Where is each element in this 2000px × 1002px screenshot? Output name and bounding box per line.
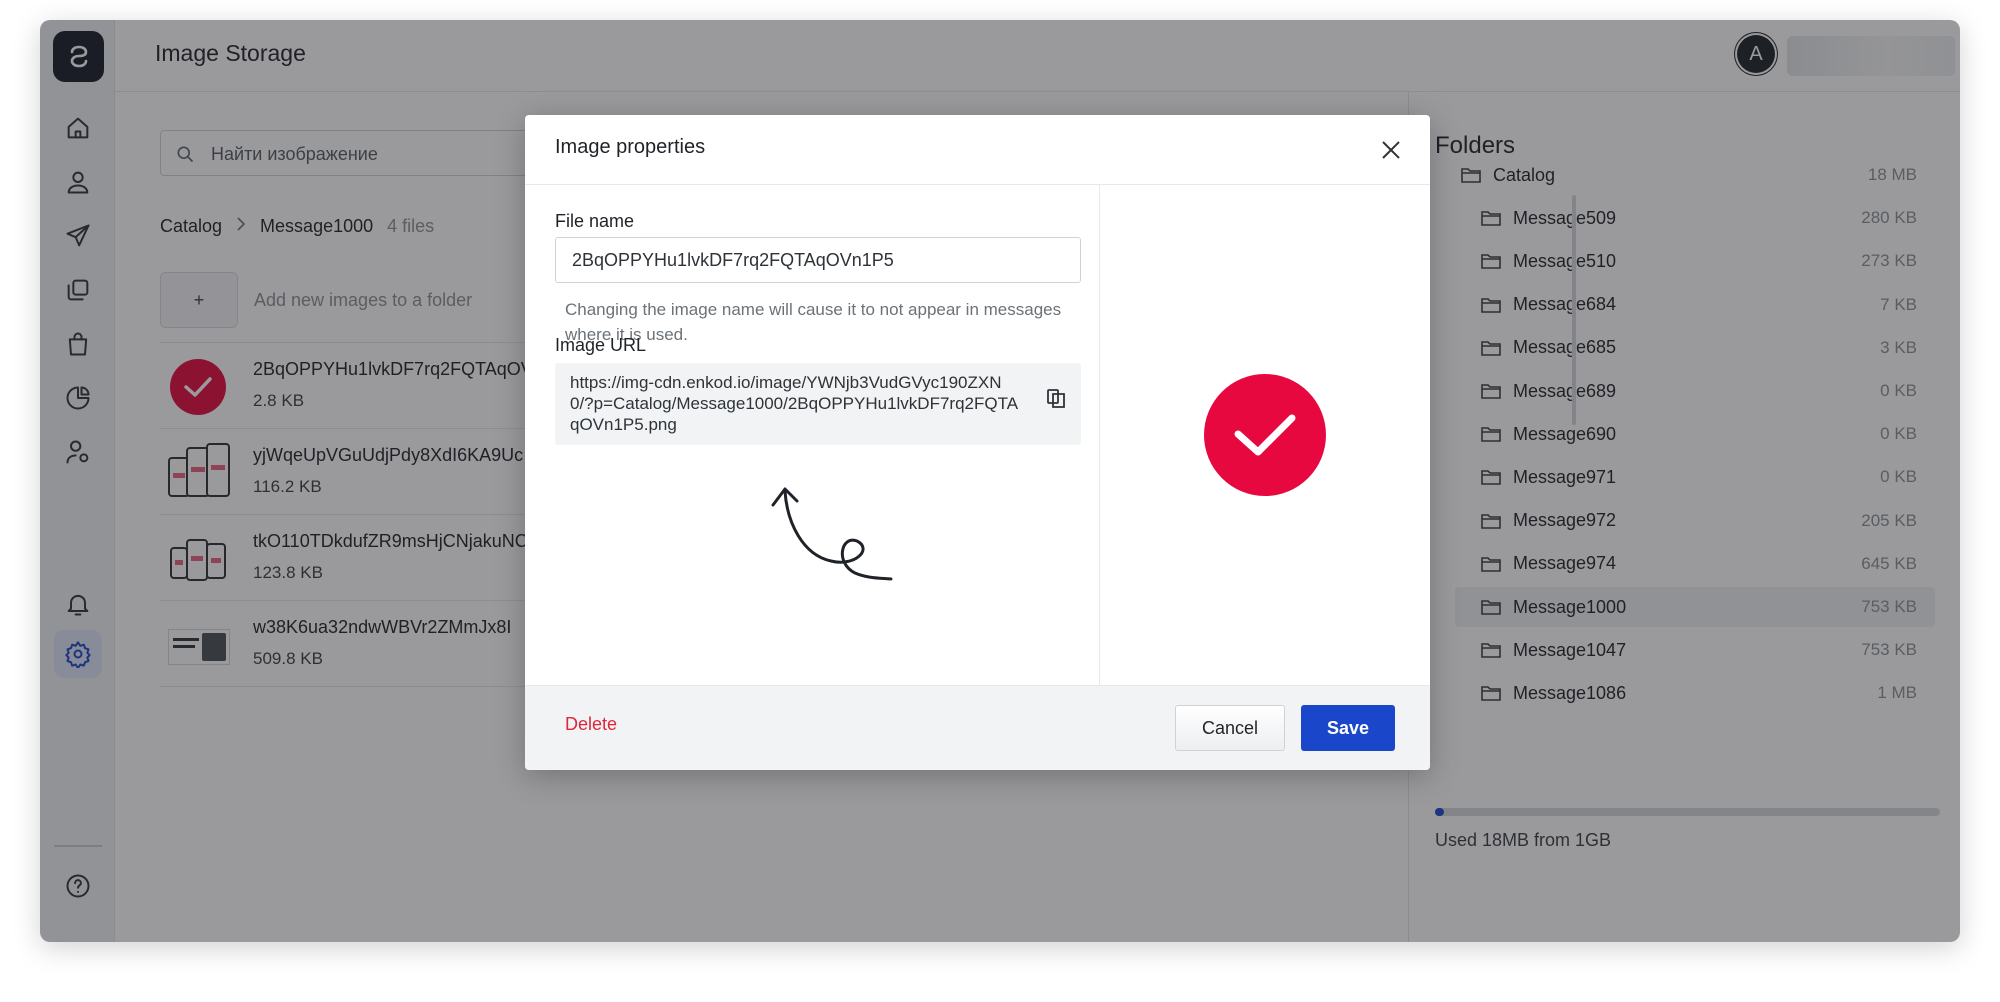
delete-button[interactable]: Delete	[565, 714, 617, 735]
close-button[interactable]	[1374, 133, 1408, 167]
copy-icon	[1047, 389, 1065, 408]
image-properties-dialog: Image properties File name Changing the …	[525, 115, 1430, 770]
image-url-value[interactable]: https://img-cdn.enkod.io/image/YWNjb3Vud…	[570, 372, 1025, 435]
dialog-footer: Delete Cancel Save	[525, 685, 1430, 770]
copy-url-button[interactable]	[1045, 387, 1067, 411]
properties-form: File name Changing the image name will c…	[525, 185, 1100, 685]
save-button[interactable]: Save	[1301, 705, 1395, 751]
app-window: Image Storage A Catalog Message1000 4 fi…	[40, 20, 1960, 942]
dialog-title: Image properties	[555, 136, 706, 158]
arrow-annotation-icon	[771, 487, 893, 581]
file-name-label: File name	[555, 211, 635, 231]
check-icon	[1204, 374, 1326, 496]
image-url-label: Image URL	[555, 335, 647, 355]
cancel-button[interactable]: Cancel	[1175, 705, 1285, 751]
image-preview	[1100, 185, 1430, 685]
close-icon	[1382, 141, 1400, 159]
image-url-box: https://img-cdn.enkod.io/image/YWNjb3Vud…	[555, 363, 1081, 445]
dialog-header: Image properties	[525, 115, 1430, 185]
file-name-field[interactable]	[555, 237, 1081, 283]
